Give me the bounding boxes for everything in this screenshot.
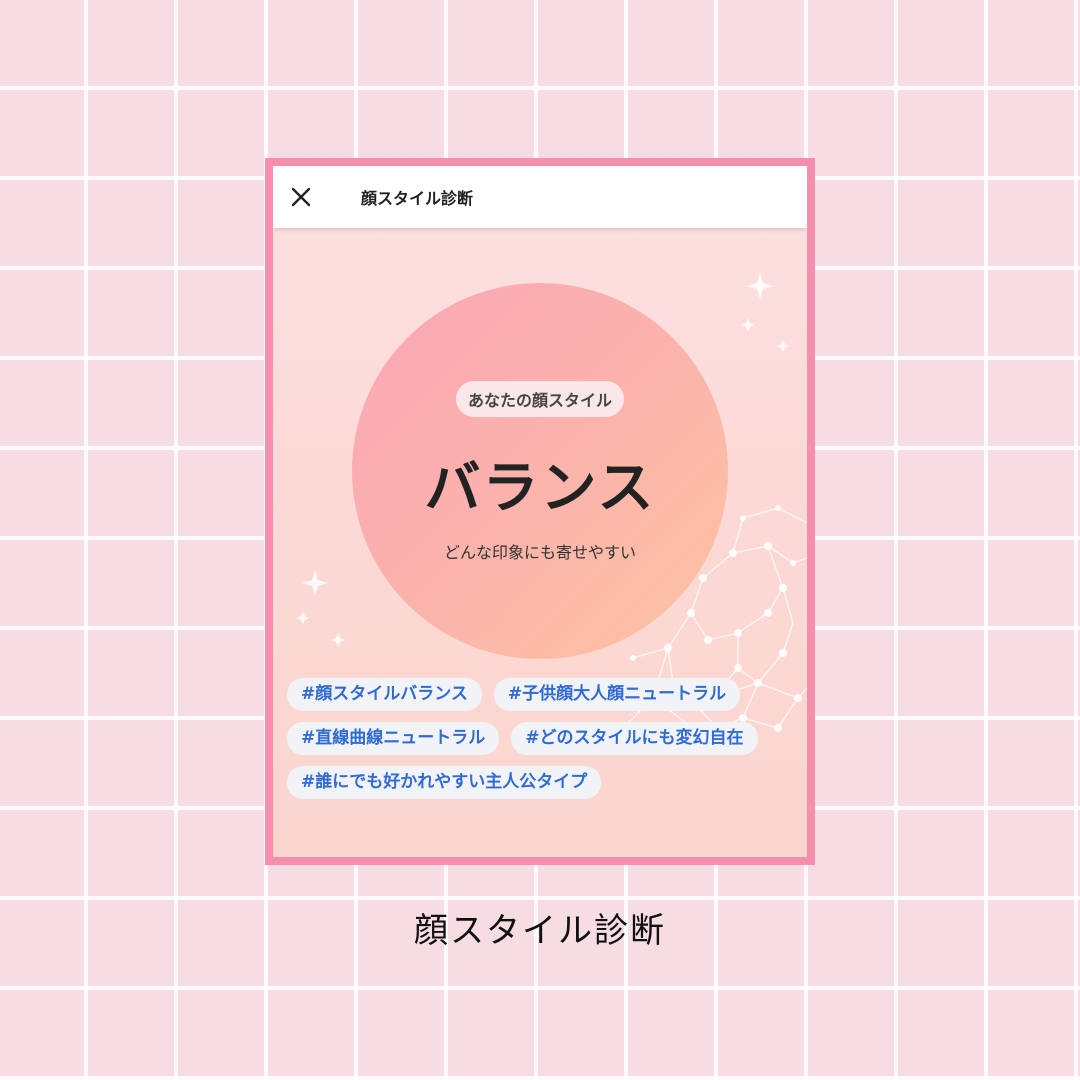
hashtag-chip[interactable]: #直線曲線ニュートラル	[287, 722, 500, 755]
page-title: 顔スタイル診断	[361, 189, 474, 208]
result-title: バランス	[424, 456, 656, 521]
hashtag-chip[interactable]: #誰にでも好かれやすい主人公タイプ	[287, 766, 602, 799]
caption-title: 顔スタイル診断	[414, 911, 666, 951]
result-circle: あなたの顔スタイル バランス どんな印象にも寄せやすい	[352, 283, 728, 659]
hashtag-chip[interactable]: #顔スタイルバランス	[287, 678, 482, 711]
hashtag-chip[interactable]: #子供顔大人顔ニュートラル	[493, 678, 741, 711]
top-bar: 顔スタイル診断	[273, 166, 807, 228]
hashtag-chip[interactable]: #どのスタイルにも変幻自在	[511, 722, 758, 755]
close-icon	[291, 187, 311, 207]
close-button[interactable]	[273, 166, 329, 228]
result-description: どんな印象にも寄せやすい	[443, 543, 636, 562]
app-screenshot-frame: 顔スタイル診断 あなたの顔スタイル バランス どんな印象にも寄せやすい #顔スタ…	[265, 158, 815, 865]
hashtag-list: #顔スタイルバランス #子供顔大人顔ニュートラル #直線曲線ニュートラル #どの…	[287, 678, 797, 799]
result-label-badge: あなたの顔スタイル	[455, 381, 625, 417]
